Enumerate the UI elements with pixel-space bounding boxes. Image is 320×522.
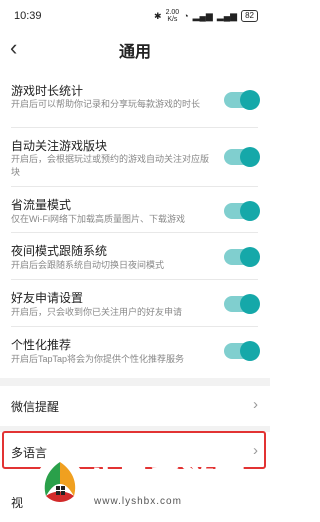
setting-row-friend-request: 好友申请设置 开启后，只会收到你已关注用户的好友申请 <box>0 285 270 321</box>
setting-toggle-personalized[interactable] <box>224 341 260 361</box>
status-bar: 10:39 ✱ 2.00 K/s ◔ ▂▄▆ ▂▄▆ 82 <box>0 0 270 30</box>
setting-desc: 开启后可以帮助你记录和分享玩每款游戏的时长 <box>11 99 201 109</box>
toggle-knob <box>240 90 260 110</box>
battery-indicator: 82 <box>241 10 258 22</box>
watermark: 八星手游网 www.lyshbx.com <box>34 454 270 512</box>
bluetooth-icon: ✱ <box>154 10 162 21</box>
network-speed: 2.00 K/s <box>165 9 180 23</box>
nav-item-label: 微信提醒 <box>11 400 60 414</box>
watermark-url: www.lyshbx.com <box>94 496 182 507</box>
setting-row-playtime: 游戏时长统计 开启后可以帮助你记录和分享玩每款游戏的时长 <box>0 78 270 124</box>
setting-toggle-night-mode[interactable] <box>224 247 260 267</box>
page-title: 通用 <box>118 44 151 61</box>
page-header: ‹ 通用 <box>0 32 270 68</box>
setting-desc: 开启后TapTap将会为你提供个性化推荐服务 <box>11 354 185 364</box>
setting-row-auto-follow: 自动关注游戏版块 开启后，会根据玩过或预约的游戏自动关注对应版块 <box>0 133 270 179</box>
wifi-icon: ◔ <box>183 11 189 21</box>
status-icons: ✱ 2.00 K/s ◔ ▂▄▆ ▂▄▆ 82 <box>154 9 258 23</box>
setting-toggle-playtime[interactable] <box>224 90 260 110</box>
divider <box>11 127 258 128</box>
setting-toggle-auto-follow[interactable] <box>224 147 260 167</box>
toggle-knob <box>240 201 260 221</box>
setting-desc: 开启后，会根据玩过或预约的游戏自动关注对应版块 <box>11 154 210 177</box>
signal-icon-2: ▂▄▆ <box>216 10 238 21</box>
setting-toggle-data-saver[interactable] <box>224 201 260 221</box>
setting-title: 夜间模式跟随系统 <box>11 244 108 258</box>
watermark-logo-icon <box>36 458 84 506</box>
divider <box>11 232 258 233</box>
setting-row-data-saver: 省流量模式 仅在Wi-Fi网络下加载高质量图片、下载游戏 <box>0 192 270 228</box>
setting-title: 游戏时长统计 <box>11 84 84 98</box>
toggle-knob <box>240 147 260 167</box>
setting-row-night-mode: 夜间模式跟随系统 开启后会跟随系统自动切换日夜间模式 <box>0 238 270 274</box>
setting-desc: 仅在Wi-Fi网络下加载高质量图片、下载游戏 <box>11 214 185 224</box>
setting-title: 省流量模式 <box>11 198 72 212</box>
nav-item-label: 视 <box>11 496 24 510</box>
setting-desc: 开启后，只会收到你已关注用户的好友申请 <box>11 307 183 317</box>
watermark-brand: 八星手游网 <box>85 463 246 500</box>
signal-icon: ▂▄▆ <box>192 10 213 21</box>
setting-desc: 开启后会跟随系统自动切换日夜间模式 <box>11 260 165 270</box>
setting-title: 好友申请设置 <box>11 291 84 305</box>
setting-toggle-friend-request[interactable] <box>224 294 260 314</box>
nav-item-wechat-reminder[interactable]: 微信提醒 › <box>0 386 270 426</box>
toggle-knob <box>240 247 260 267</box>
divider <box>11 279 258 280</box>
chevron-right-icon: › <box>253 396 258 413</box>
setting-row-personalized: 个性化推荐 开启后TapTap将会为你提供个性化推荐服务 <box>0 332 270 368</box>
setting-title: 自动关注游戏版块 <box>11 139 108 153</box>
toggle-knob <box>240 294 260 314</box>
toggle-knob <box>240 341 260 361</box>
divider <box>11 326 258 327</box>
setting-title: 个性化推荐 <box>11 338 72 352</box>
section-gap <box>0 378 270 386</box>
divider <box>11 186 258 187</box>
status-time: 10:39 <box>14 10 42 22</box>
